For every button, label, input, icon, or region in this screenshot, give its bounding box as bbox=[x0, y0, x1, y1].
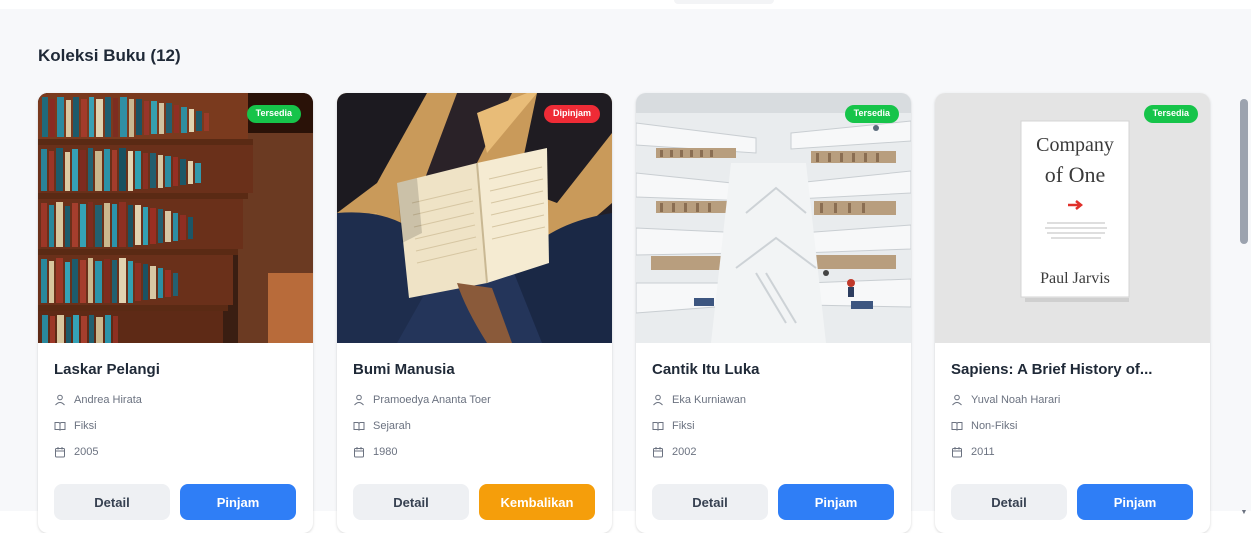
book-open-icon bbox=[54, 422, 66, 431]
status-badge: Tersedia bbox=[844, 105, 899, 123]
author-row: Pramoedya Ananta Toer bbox=[353, 392, 596, 408]
calendar-icon bbox=[653, 447, 663, 458]
book-open-icon bbox=[951, 422, 963, 431]
author-name: Eka Kurniawan bbox=[672, 394, 746, 406]
detail-button[interactable]: Detail bbox=[951, 484, 1067, 520]
book-open-icon bbox=[353, 422, 365, 431]
window-notch bbox=[674, 0, 774, 4]
reading-book-image bbox=[337, 93, 612, 343]
book-title: Cantik Itu Luka bbox=[652, 361, 760, 378]
category-row: Non-Fiksi bbox=[951, 418, 1194, 434]
category-name: Sejarah bbox=[373, 420, 411, 432]
scroll-down-arrow-icon[interactable]: ▼ bbox=[1240, 509, 1248, 517]
year-row: 1980 bbox=[353, 444, 596, 460]
author-row: Eka Kurniawan bbox=[652, 392, 895, 408]
author-name: Yuval Noah Harari bbox=[971, 394, 1061, 406]
book-cover: Tersedia bbox=[38, 93, 313, 343]
borrow-button[interactable]: Pinjam bbox=[180, 484, 296, 520]
collection-panel: Koleksi Buku (12) Tersedia Laskar Pelang… bbox=[0, 9, 1251, 533]
book-card: Tersedia Laskar Pelangi Andrea Hirata Fi… bbox=[38, 93, 313, 533]
section-title: Koleksi Buku (12) bbox=[38, 46, 181, 65]
borrow-button[interactable]: Pinjam bbox=[778, 484, 894, 520]
publish-year: 2011 bbox=[971, 446, 995, 458]
top-strip bbox=[0, 0, 1251, 9]
author-row: Yuval Noah Harari bbox=[951, 392, 1194, 408]
user-icon bbox=[354, 394, 364, 406]
card-actions: Detail Kembalikan bbox=[353, 484, 595, 520]
library-atrium-image bbox=[636, 93, 911, 343]
author-name: Pramoedya Ananta Toer bbox=[373, 394, 491, 406]
detail-button[interactable]: Detail bbox=[652, 484, 768, 520]
book-cover: Company of One Paul Jarvis Tersedia bbox=[935, 93, 1210, 343]
card-actions: Detail Pinjam bbox=[652, 484, 894, 520]
year-row: 2002 bbox=[652, 444, 895, 460]
status-badge: Tersedia bbox=[246, 105, 301, 123]
status-badge: Dipinjam bbox=[543, 105, 600, 123]
book-cover: Tersedia bbox=[636, 93, 911, 343]
publish-year: 2002 bbox=[672, 446, 697, 458]
calendar-icon bbox=[55, 447, 65, 458]
cover-author: Paul Jarvis bbox=[1040, 270, 1110, 287]
book-title: Sapiens: A Brief History of... bbox=[951, 361, 1153, 378]
borrow-button[interactable]: Pinjam bbox=[1077, 484, 1193, 520]
user-icon bbox=[653, 394, 663, 406]
category-name: Non-Fiksi bbox=[971, 420, 1018, 432]
book-cover-image: Company of One Paul Jarvis bbox=[935, 93, 1210, 343]
year-row: 2011 bbox=[951, 444, 1194, 460]
book-title: Bumi Manusia bbox=[353, 361, 455, 378]
book-title: Laskar Pelangi bbox=[54, 361, 160, 378]
publish-year: 1980 bbox=[373, 446, 398, 458]
library-shelves-image bbox=[38, 93, 313, 343]
book-card: Tersedia Cantik Itu Luka Eka Kurniawan F… bbox=[636, 93, 911, 533]
cover-title-line2: of One bbox=[1045, 162, 1105, 187]
author-name: Andrea Hirata bbox=[74, 394, 142, 406]
user-icon bbox=[55, 394, 65, 406]
calendar-icon bbox=[952, 447, 962, 458]
book-open-icon bbox=[652, 422, 664, 431]
vertical-scrollbar-thumb[interactable] bbox=[1240, 99, 1248, 244]
book-cover: Dipinjam bbox=[337, 93, 612, 343]
category-row: Fiksi bbox=[54, 418, 297, 434]
user-icon bbox=[952, 394, 962, 406]
category-name: Fiksi bbox=[672, 420, 695, 432]
category-row: Sejarah bbox=[353, 418, 596, 434]
book-card: Company of One Paul Jarvis Tersedia Sapi… bbox=[935, 93, 1210, 533]
card-actions: Detail Pinjam bbox=[54, 484, 296, 520]
publish-year: 2005 bbox=[74, 446, 99, 458]
year-row: 2005 bbox=[54, 444, 297, 460]
category-name: Fiksi bbox=[74, 420, 97, 432]
detail-button[interactable]: Detail bbox=[353, 484, 469, 520]
calendar-icon bbox=[354, 447, 364, 458]
category-row: Fiksi bbox=[652, 418, 895, 434]
book-grid: Tersedia Laskar Pelangi Andrea Hirata Fi… bbox=[38, 93, 1210, 533]
author-row: Andrea Hirata bbox=[54, 392, 297, 408]
detail-button[interactable]: Detail bbox=[54, 484, 170, 520]
card-actions: Detail Pinjam bbox=[951, 484, 1193, 520]
book-card: Dipinjam Bumi Manusia Pramoedya Ananta T… bbox=[337, 93, 612, 533]
status-badge: Tersedia bbox=[1143, 105, 1198, 123]
cover-title-line1: Company bbox=[1036, 134, 1114, 156]
return-button[interactable]: Kembalikan bbox=[479, 484, 595, 520]
